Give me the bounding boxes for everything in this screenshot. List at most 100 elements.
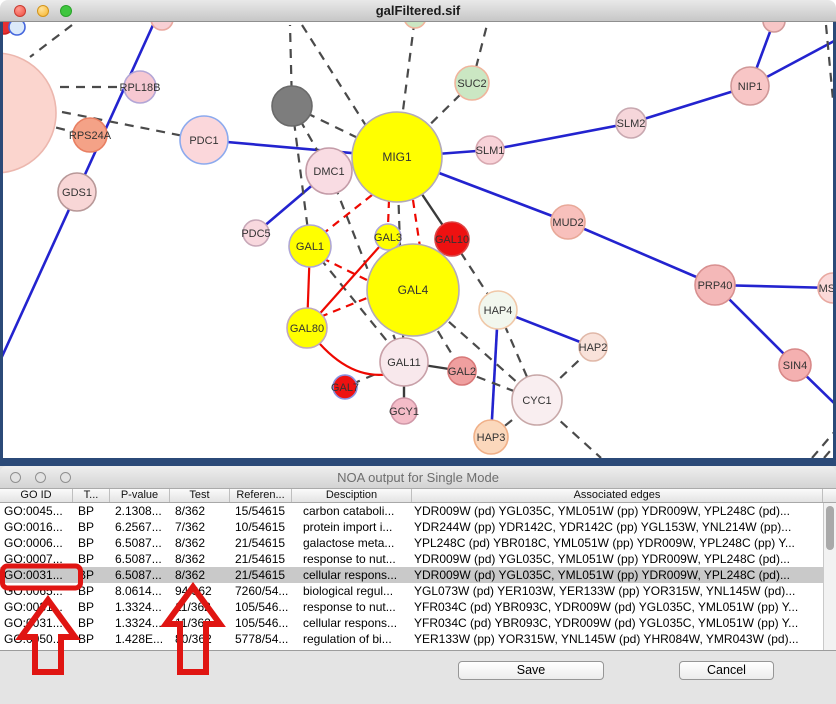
cell-type: BP bbox=[73, 519, 110, 535]
cell-go_id: GO:0007... bbox=[0, 551, 73, 567]
node-label-gal4: GAL4 bbox=[398, 283, 429, 297]
node-label-pdc5: PDC5 bbox=[241, 228, 270, 240]
cell-reference: 21/54615 bbox=[230, 567, 292, 583]
cell-go_id: GO:0031... bbox=[0, 567, 73, 583]
table-row[interactable]: GO:0050...BP1.428E...80/3625778/54...reg… bbox=[0, 631, 823, 647]
node-label-slm1: SLM1 bbox=[476, 145, 505, 157]
cell-type: BP bbox=[73, 567, 110, 583]
table-scrollbar[interactable] bbox=[823, 503, 836, 650]
cell-reference: 21/54615 bbox=[230, 551, 292, 567]
network-edge-blue[interactable] bbox=[490, 123, 631, 150]
cell-p_value: 1.428E... bbox=[110, 631, 170, 647]
node-label-gal11: GAL11 bbox=[387, 357, 420, 369]
cancel-button[interactable]: Cancel bbox=[679, 661, 774, 680]
table-row[interactable]: GO:0031...BP1.3324...11/362105/546...cel… bbox=[0, 615, 823, 631]
column-header-description[interactable]: Desciption bbox=[292, 489, 412, 502]
cell-type: BP bbox=[73, 583, 110, 599]
cell-p_value: 6.5087... bbox=[110, 567, 170, 583]
column-header-p_value[interactable]: P-value bbox=[110, 489, 170, 502]
cell-p_value: 6.5087... bbox=[110, 535, 170, 551]
node-label-gal2: GAL2 bbox=[448, 366, 476, 378]
cell-go_id: GO:0031... bbox=[0, 615, 73, 631]
node-unlabeled[interactable] bbox=[9, 22, 25, 35]
cell-reference: 10/54615 bbox=[230, 519, 292, 535]
cell-description: response to nut... bbox=[292, 599, 412, 615]
network-edge-reddash[interactable] bbox=[413, 200, 420, 247]
node-label-hap2: HAP2 bbox=[579, 342, 608, 354]
node-label-mud2: MUD2 bbox=[552, 217, 583, 229]
cell-description: biological regul... bbox=[292, 583, 412, 599]
cell-go_id: GO:0031... bbox=[0, 599, 73, 615]
cell-associated_edges: YFR034C (pd) YBR093C, YDR009W (pd) YGL03… bbox=[412, 615, 823, 631]
network-edge-blue[interactable] bbox=[0, 192, 77, 361]
cell-associated_edges: YDR009W (pd) YGL035C, YML051W (pp) YDR00… bbox=[412, 567, 823, 583]
cell-description: galactose meta... bbox=[292, 535, 412, 551]
table-row[interactable]: GO:0065...BP8.0614...94/3627260/54...bio… bbox=[0, 583, 823, 599]
table-body[interactable]: GO:0045...BP2.1308...8/36215/54615carbon… bbox=[0, 503, 823, 650]
cell-associated_edges: YDR009W (pd) YGL035C, YML051W (pp) YDR00… bbox=[412, 503, 823, 519]
window-titlebar: galFiltered.sif bbox=[0, 0, 836, 22]
network-edge-dash[interactable] bbox=[30, 25, 72, 57]
noa-output-window: NOA output for Single Mode GO IDT...P-va… bbox=[0, 466, 836, 704]
cell-type: BP bbox=[73, 551, 110, 567]
node-label-pdc1: PDC1 bbox=[189, 135, 218, 147]
node-unlabeled[interactable] bbox=[763, 22, 785, 32]
app-window: galFiltered.sif RPL18BRPS24AGDS1PDC1DMC1… bbox=[0, 0, 836, 704]
noa-window-title: NOA output for Single Mode bbox=[0, 466, 836, 489]
table-row[interactable]: GO:0007...BP6.5087...8/36221/54615respon… bbox=[0, 551, 823, 567]
cell-p_value: 1.3324... bbox=[110, 599, 170, 615]
cell-type: BP bbox=[73, 599, 110, 615]
cell-description: protein import i... bbox=[292, 519, 412, 535]
noa-footer: Save Cancel bbox=[0, 650, 836, 704]
cell-associated_edges: YER133W (pp) YOR315W, YNL145W (pd) YHR08… bbox=[412, 631, 823, 647]
network-edge-reddash[interactable] bbox=[388, 200, 389, 226]
cell-description: cellular respons... bbox=[292, 615, 412, 631]
node-label-mig1: MIG1 bbox=[382, 150, 412, 164]
node-label-dmc1: DMC1 bbox=[313, 166, 344, 178]
network-svg[interactable]: RPL18BRPS24AGDS1PDC1DMC1MIG1SUC2SLM1SLM2… bbox=[0, 22, 836, 458]
network-edge-dash[interactable] bbox=[826, 25, 833, 100]
node-label-suc2: SUC2 bbox=[457, 78, 486, 90]
node-unlabeled[interactable] bbox=[272, 86, 312, 126]
column-header-associated_edges[interactable]: Associated edges bbox=[412, 489, 823, 502]
cell-reference: 5778/54... bbox=[230, 631, 292, 647]
network-edge-blue[interactable] bbox=[77, 25, 153, 192]
network-edge-blue[interactable] bbox=[568, 222, 715, 285]
save-button[interactable]: Save bbox=[458, 661, 604, 680]
cell-description: regulation of bi... bbox=[292, 631, 412, 647]
column-header-reference[interactable]: Referen... bbox=[230, 489, 292, 502]
cell-go_id: GO:0016... bbox=[0, 519, 73, 535]
table-row[interactable]: GO:0006...BP6.5087...8/36221/54615galact… bbox=[0, 535, 823, 551]
cell-description: response to nut... bbox=[292, 551, 412, 567]
cell-test: 11/362 bbox=[170, 599, 230, 615]
node-label-sin4: SIN4 bbox=[783, 360, 807, 372]
cell-p_value: 1.3324... bbox=[110, 615, 170, 631]
cell-associated_edges: YFR034C (pd) YBR093C, YDR009W (pd) YGL03… bbox=[412, 599, 823, 615]
cell-p_value: 2.1308... bbox=[110, 503, 170, 519]
node-unlabeled[interactable] bbox=[404, 22, 426, 28]
table-row[interactable]: GO:0031...BP6.5087...8/36221/54615cellul… bbox=[0, 567, 823, 583]
column-header-type[interactable]: T... bbox=[73, 489, 110, 502]
network-view[interactable]: RPL18BRPS24AGDS1PDC1DMC1MIG1SUC2SLM1SLM2… bbox=[0, 22, 836, 458]
cell-reference: 15/54615 bbox=[230, 503, 292, 519]
cell-go_id: GO:0050... bbox=[0, 631, 73, 647]
cell-description: cellular respons... bbox=[292, 567, 412, 583]
table-row[interactable]: GO:0016...BP6.2567...7/36210/54615protei… bbox=[0, 519, 823, 535]
node-label-gal3: GAL3 bbox=[374, 232, 402, 244]
table-row[interactable]: GO:0031...BP1.3324...11/362105/546...res… bbox=[0, 599, 823, 615]
cell-go_id: GO:0006... bbox=[0, 535, 73, 551]
cell-associated_edges: YGL073W (pd) YER103W, YER133W (pp) YOR31… bbox=[412, 583, 823, 599]
column-header-go_id[interactable]: GO ID bbox=[0, 489, 73, 502]
noa-titlebar: NOA output for Single Mode bbox=[0, 466, 836, 489]
cell-associated_edges: YDR009W (pd) YGL035C, YML051W (pp) YDR00… bbox=[412, 551, 823, 567]
node-label-rps24a: RPS24A bbox=[69, 130, 112, 142]
node-unlabeled[interactable] bbox=[0, 53, 56, 173]
scrollbar-thumb[interactable] bbox=[826, 506, 834, 550]
node-label-cyc1: CYC1 bbox=[522, 395, 551, 407]
node-unlabeled[interactable] bbox=[151, 22, 173, 30]
cell-type: BP bbox=[73, 631, 110, 647]
table-header: GO IDT...P-valueTestReferen...Desciption… bbox=[0, 489, 836, 503]
cell-p_value: 6.2567... bbox=[110, 519, 170, 535]
column-header-test[interactable]: Test bbox=[170, 489, 230, 502]
table-row[interactable]: GO:0045...BP2.1308...8/36215/54615carbon… bbox=[0, 503, 823, 519]
